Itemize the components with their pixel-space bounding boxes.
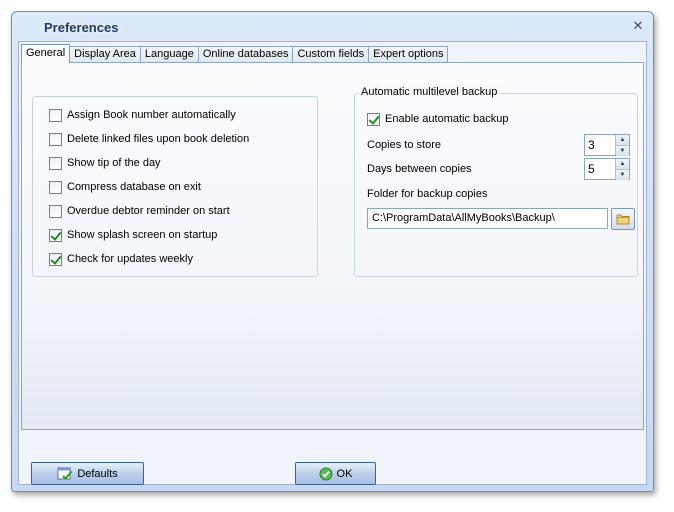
option-label: Show tip of the day [67,157,161,169]
checkbox[interactable] [49,108,62,122]
tab-custom-fields[interactable]: Custom fields [292,46,370,63]
option-show-tip-of-day[interactable]: Show tip of the day [49,155,161,171]
close-button[interactable]: ✕ [631,19,645,33]
checkbox[interactable] [49,252,62,266]
general-options-group: Assign Book number automatically Delete … [32,96,318,277]
option-label: Check for updates weekly [67,253,193,265]
ok-button[interactable]: OK [295,462,376,485]
option-overdue-reminder[interactable]: Overdue debtor reminder on start [49,203,230,219]
option-assign-book-number[interactable]: Assign Book number automatically [49,107,236,123]
backup-group-legend: Automatic multilevel backup [359,86,500,98]
option-label: Delete linked files upon book deletion [67,133,250,145]
ok-check-icon [319,467,333,481]
spin-down-icon[interactable]: ▼ [616,169,629,180]
option-compress-database[interactable]: Compress database on exit [49,179,201,195]
preferences-window: Preferences ✕ General Display Area Langu… [11,11,654,492]
days-value[interactable]: 5 [585,159,615,179]
general-tab-page: Assign Book number automatically Delete … [21,62,644,430]
option-delete-linked-files[interactable]: Delete linked files upon book deletion [49,131,249,147]
option-label: Assign Book number automatically [67,109,236,121]
tab-expert-options[interactable]: Expert options [368,46,449,63]
window-title: Preferences [44,20,119,35]
backup-folder-input[interactable]: C:\ProgramData\AllMyBooks\Backup\ [367,208,608,229]
enable-backup-label: Enable automatic backup [385,113,509,125]
defaults-button[interactable]: Defaults [31,462,144,485]
copies-label: Copies to store [367,139,441,151]
days-spinner[interactable]: 5 ▲ ▼ [584,158,630,180]
browse-folder-button[interactable] [611,208,635,230]
enable-backup-checkbox[interactable] [367,112,380,126]
days-label: Days between copies [367,163,472,175]
enable-backup-option[interactable]: Enable automatic backup [367,111,509,127]
spin-up-icon[interactable]: ▲ [616,135,629,145]
checkbox[interactable] [49,180,62,194]
ok-button-label: OK [336,467,353,480]
backup-group: Automatic multilevel backup Enable autom… [354,86,638,277]
option-check-updates[interactable]: Check for updates weekly [49,251,193,267]
option-splash-screen[interactable]: Show splash screen on startup [49,227,217,243]
spin-buttons: ▲ ▼ [615,159,629,180]
client-area: General Display Area Language Online dat… [18,41,647,485]
tab-language[interactable]: Language [139,46,199,63]
checkbox[interactable] [49,156,62,170]
copies-spinner[interactable]: 3 ▲ ▼ [584,134,630,156]
spin-up-icon[interactable]: ▲ [616,159,629,169]
title-bar[interactable]: Preferences ✕ [12,12,653,42]
folder-label: Folder for backup copies [367,188,488,200]
defaults-icon [57,467,73,481]
checkbox[interactable] [49,132,62,146]
tab-online-databases[interactable]: Online databases [197,46,294,63]
checkbox[interactable] [49,204,62,218]
tab-general[interactable]: General [21,44,71,63]
spin-buttons: ▲ ▼ [615,135,629,156]
folder-icon [616,214,630,225]
option-label: Overdue debtor reminder on start [67,205,230,217]
checkbox[interactable] [49,228,62,242]
spin-down-icon[interactable]: ▼ [616,145,629,156]
tab-strip: General Display Area Language Online dat… [21,44,449,63]
option-label: Show splash screen on startup [67,229,218,241]
option-label: Compress database on exit [67,181,201,193]
tab-display-area[interactable]: Display Area [69,46,141,63]
defaults-button-label: Defaults [77,467,118,480]
copies-value[interactable]: 3 [585,135,615,155]
